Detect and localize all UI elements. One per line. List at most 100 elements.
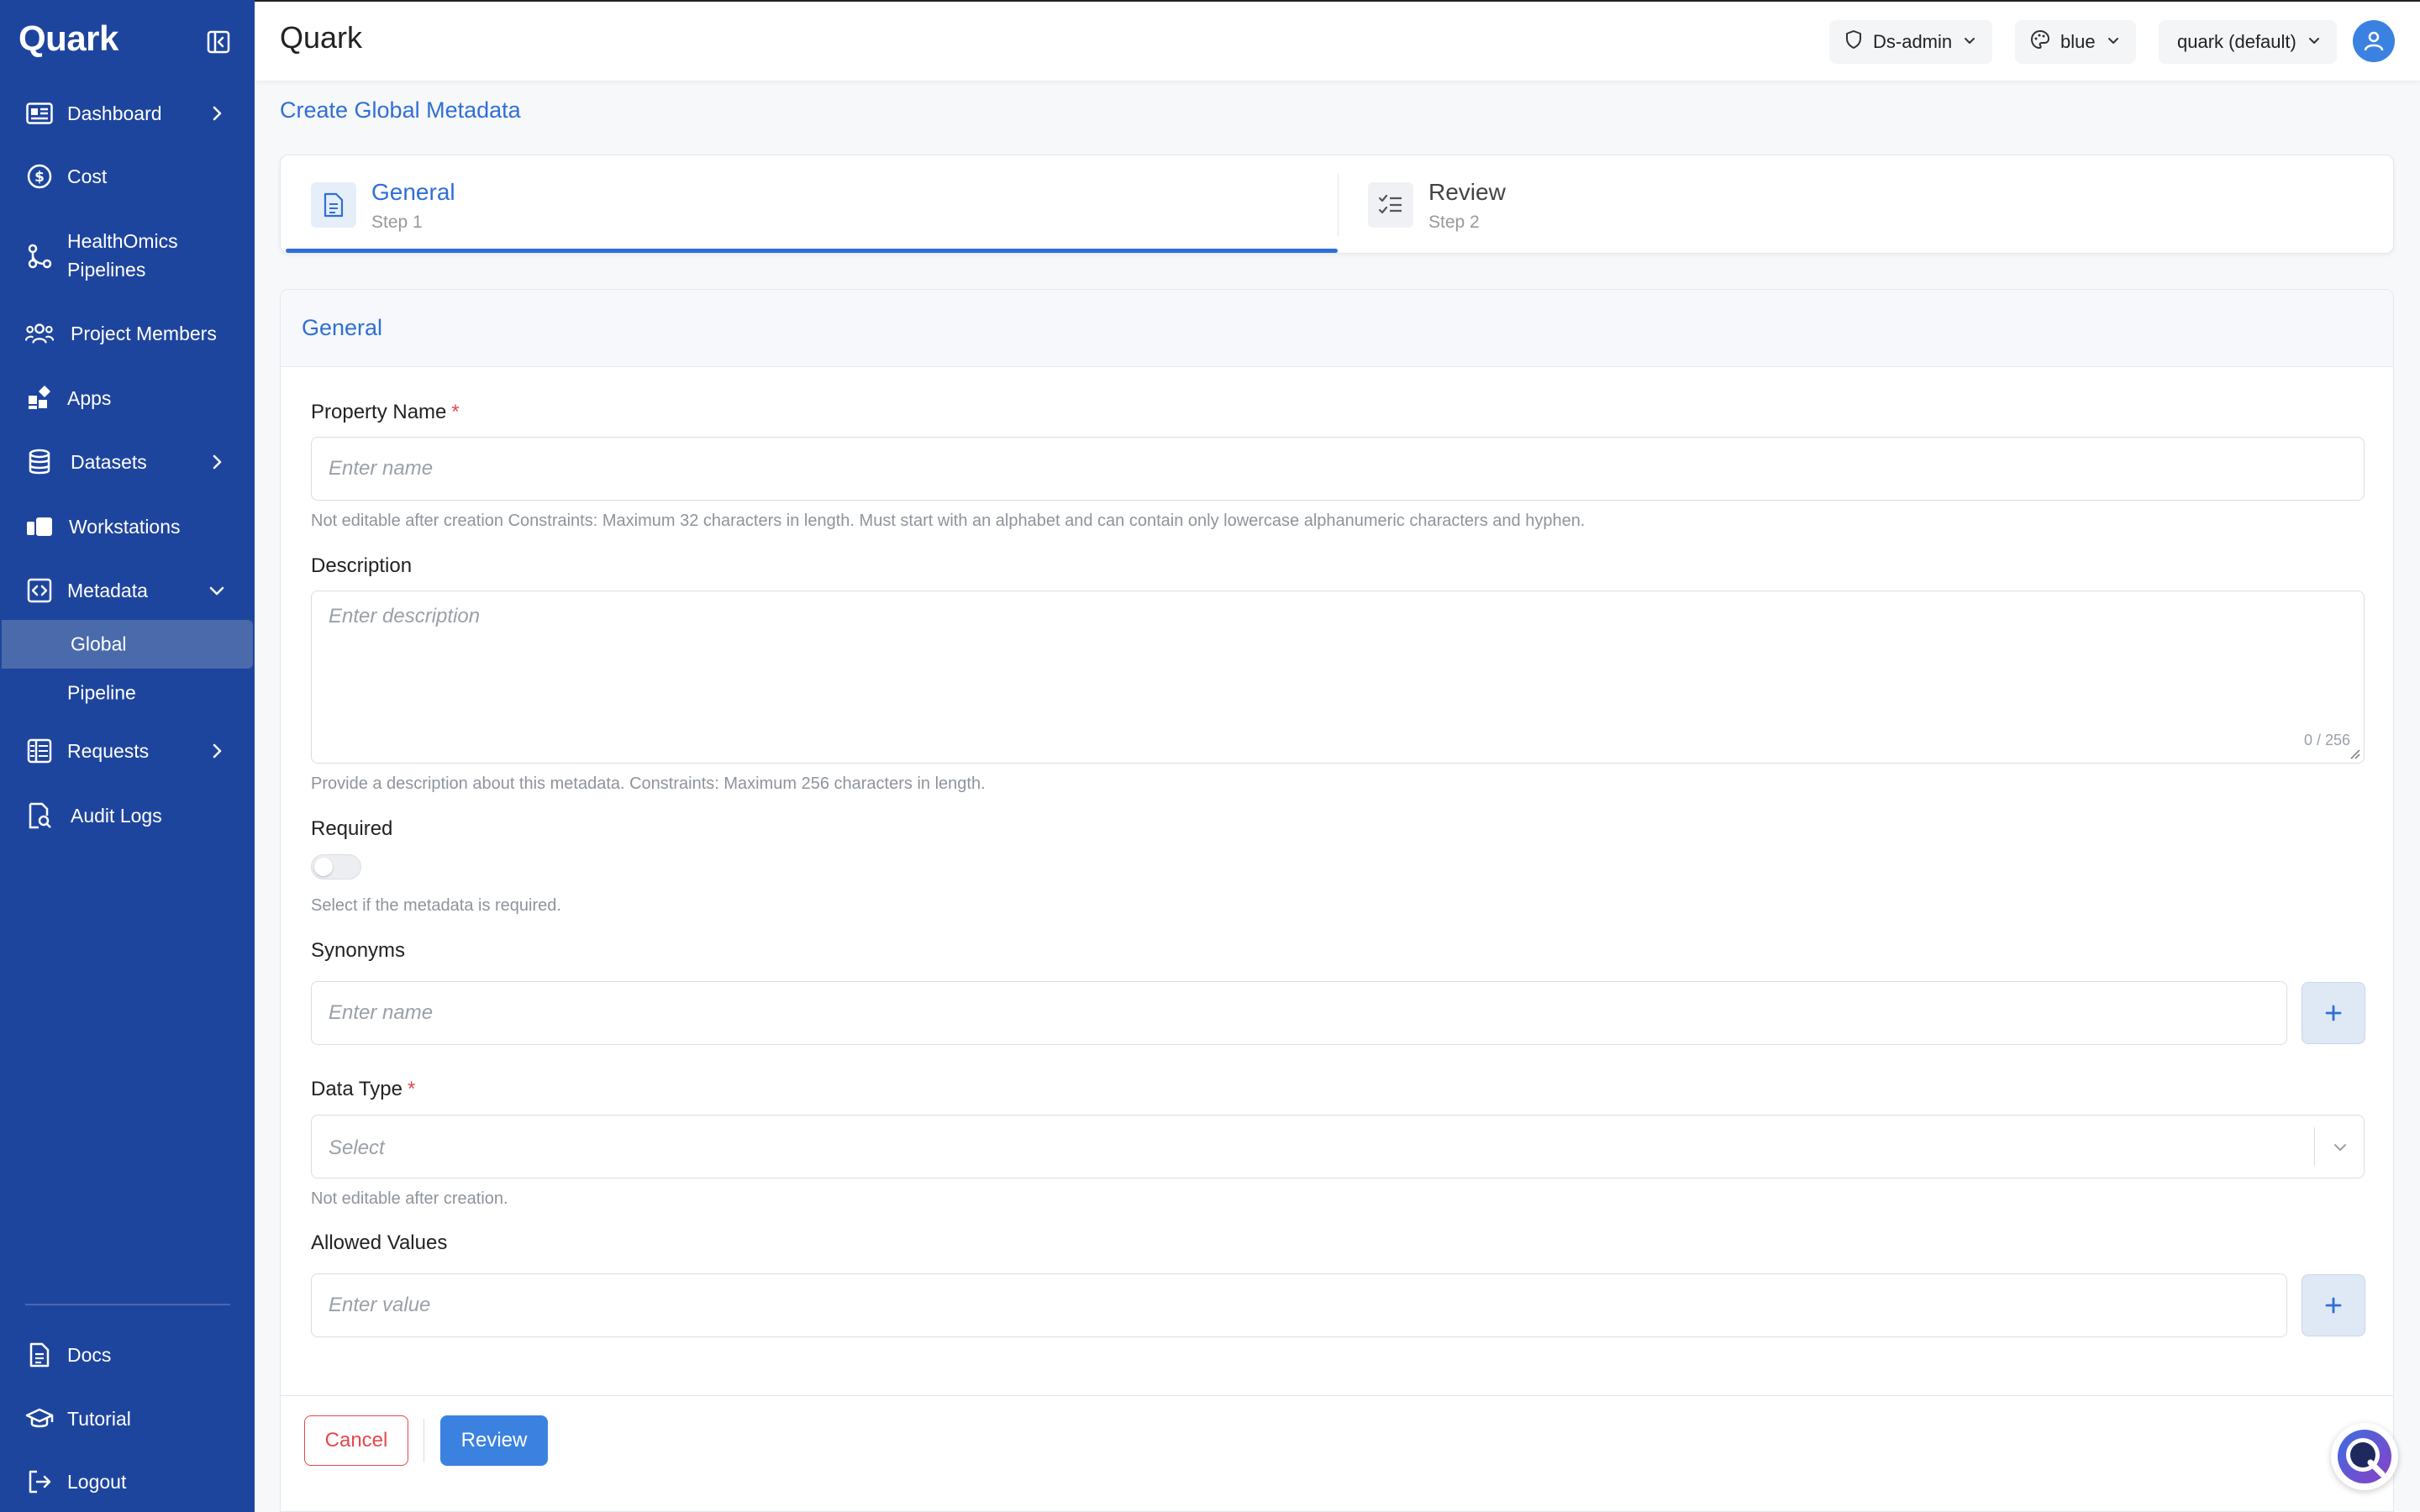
sidebar-item-tutorial[interactable]: Tutorial	[0, 1394, 255, 1444]
step-subtitle: Step 2	[1428, 213, 1480, 232]
property-name-hint: Not editable after creation Constraints:…	[311, 512, 1586, 530]
project-selector[interactable]: quark (default)	[2159, 20, 2337, 64]
allowed-values-field	[311, 1273, 2287, 1337]
sidebar-item-dashboard[interactable]: Dashboard	[0, 88, 255, 139]
required-mark: *	[451, 401, 460, 423]
sidebar-item-label: HealthOmics Pipelines	[67, 227, 193, 284]
sidebar-item-healthomics-pipelines[interactable]: HealthOmics Pipelines	[0, 227, 255, 286]
sidebar-item-label: Datasets	[71, 451, 147, 473]
dashboard-icon	[25, 99, 54, 128]
chevron-right-icon	[207, 741, 227, 761]
description-char-counter: 0 / 256	[2303, 732, 2350, 748]
review-button[interactable]: Review	[440, 1415, 548, 1466]
audit-icon	[25, 801, 54, 830]
description-textarea[interactable]	[312, 591, 2364, 763]
sidebar-item-project-members[interactable]: Project Members	[0, 308, 255, 359]
plus-icon	[2325, 1297, 2342, 1314]
step-review[interactable]: Review Step 2	[1338, 155, 2393, 253]
sidebar-item-requests[interactable]: Requests	[0, 726, 255, 776]
stepper: General Step 1 Review Step 2	[280, 155, 2394, 254]
synonyms-input[interactable]	[312, 982, 2286, 1044]
description-label: Description	[311, 554, 413, 577]
sidebar-item-label: Project Members	[71, 323, 217, 344]
sidebar-subitem-pipeline[interactable]: Pipeline	[0, 669, 255, 717]
chevron-down-icon	[2307, 31, 2322, 53]
sidebar-item-audit-logs[interactable]: Audit Logs	[0, 790, 255, 841]
role-selector[interactable]: Ds-admin	[1829, 20, 1993, 64]
sidebar-subitem-label: Pipeline	[67, 681, 136, 704]
pipeline-icon	[25, 242, 54, 270]
user-icon	[2364, 31, 2384, 51]
chevron-right-icon	[207, 452, 227, 472]
sidebar-item-label: Docs	[67, 1344, 112, 1366]
sidebar-subitem-label: Global	[71, 633, 127, 655]
sidebar-item-label: Tutorial	[67, 1408, 131, 1430]
allowed-values-input[interactable]	[312, 1274, 2286, 1336]
step-general[interactable]: General Step 1	[281, 155, 1338, 253]
sidebar-item-label: Workstations	[69, 516, 181, 538]
required-hint: Select if the metadata is required.	[311, 896, 561, 915]
sidebar-item-label: Dashboard	[67, 102, 162, 124]
description-hint: Provide a description about this metadat…	[311, 774, 986, 793]
plus-icon	[2325, 1005, 2342, 1021]
data-type-select[interactable]: Select	[311, 1115, 2365, 1179]
collapse-sidebar-icon[interactable]	[207, 30, 230, 54]
required-toggle[interactable]	[311, 854, 361, 879]
required-mark: *	[407, 1078, 416, 1100]
resize-grip-icon[interactable]	[2349, 748, 2360, 759]
sidebar-item-logout[interactable]: Logout	[0, 1457, 255, 1507]
avatar[interactable]	[2353, 20, 2395, 62]
synonyms-label: Synonyms	[311, 939, 406, 962]
database-icon	[25, 448, 54, 476]
property-name-input[interactable]	[312, 438, 2364, 500]
list-icon	[25, 737, 54, 765]
data-type-label-text: Data Type	[311, 1078, 402, 1100]
role-label: Ds-admin	[1873, 31, 1953, 52]
sidebar-item-cost[interactable]: $ Cost	[0, 151, 255, 202]
chevron-down-icon	[2106, 31, 2121, 53]
sidebar-item-datasets[interactable]: Datasets	[0, 437, 255, 487]
toggle-knob	[314, 858, 333, 876]
property-name-label: Property Name *	[311, 401, 460, 424]
sidebar-item-metadata[interactable]: Metadata	[0, 565, 255, 616]
theme-selector[interactable]: blue	[2015, 20, 2136, 64]
cancel-button[interactable]: Cancel	[304, 1415, 408, 1466]
code-icon	[25, 576, 54, 605]
doc-icon	[25, 1341, 54, 1369]
data-type-placeholder: Select	[329, 1137, 385, 1159]
chat-assistant-button[interactable]	[2331, 1423, 2398, 1490]
step-title: General	[371, 179, 455, 205]
brand-logo: Quark	[18, 18, 118, 58]
sidebar-item-label: Apps	[67, 387, 112, 409]
svg-text:$: $	[34, 169, 45, 186]
sidebar-subitem-global[interactable]: Global	[2, 620, 253, 669]
checklist-icon	[1368, 182, 1413, 228]
allowed-values-label: Allowed Values	[311, 1231, 448, 1254]
theme-label: blue	[2060, 31, 2096, 52]
document-icon	[311, 182, 356, 228]
sidebar-item-label: Audit Logs	[71, 805, 162, 827]
select-divider	[2314, 1127, 2315, 1166]
property-name-field	[311, 437, 2365, 501]
chat-assistant-icon	[2338, 1430, 2391, 1483]
sidebar-item-docs[interactable]: Docs	[0, 1330, 255, 1380]
sidebar-divider	[25, 1304, 230, 1305]
sidebar-item-label-text: HealthOmics Pipelines	[67, 230, 178, 281]
required-label: Required	[311, 817, 393, 840]
sidebar-item-apps[interactable]: Apps	[0, 373, 255, 423]
form-section-header: General	[281, 290, 2393, 367]
description-field: 0 / 256	[311, 591, 2365, 764]
form-card: General Property Name* Not editable afte…	[280, 289, 2394, 1512]
data-type-label: Data Type *	[311, 1078, 415, 1101]
sidebar-item-workstations[interactable]: Workstations	[0, 501, 255, 552]
sidebar: Quark Dashboard $ Cost HealthOmics Pipel…	[0, 0, 255, 1512]
graduation-icon	[25, 1404, 54, 1433]
shield-icon	[1844, 29, 1863, 55]
add-allowed-value-button[interactable]	[2302, 1274, 2365, 1336]
step-subtitle: Step 1	[371, 213, 423, 232]
dollar-icon: $	[25, 162, 54, 191]
form-footer-divider	[281, 1395, 2393, 1396]
synonyms-field	[311, 981, 2287, 1045]
sidebar-item-label: Logout	[67, 1471, 127, 1493]
add-synonym-button[interactable]	[2302, 982, 2365, 1044]
